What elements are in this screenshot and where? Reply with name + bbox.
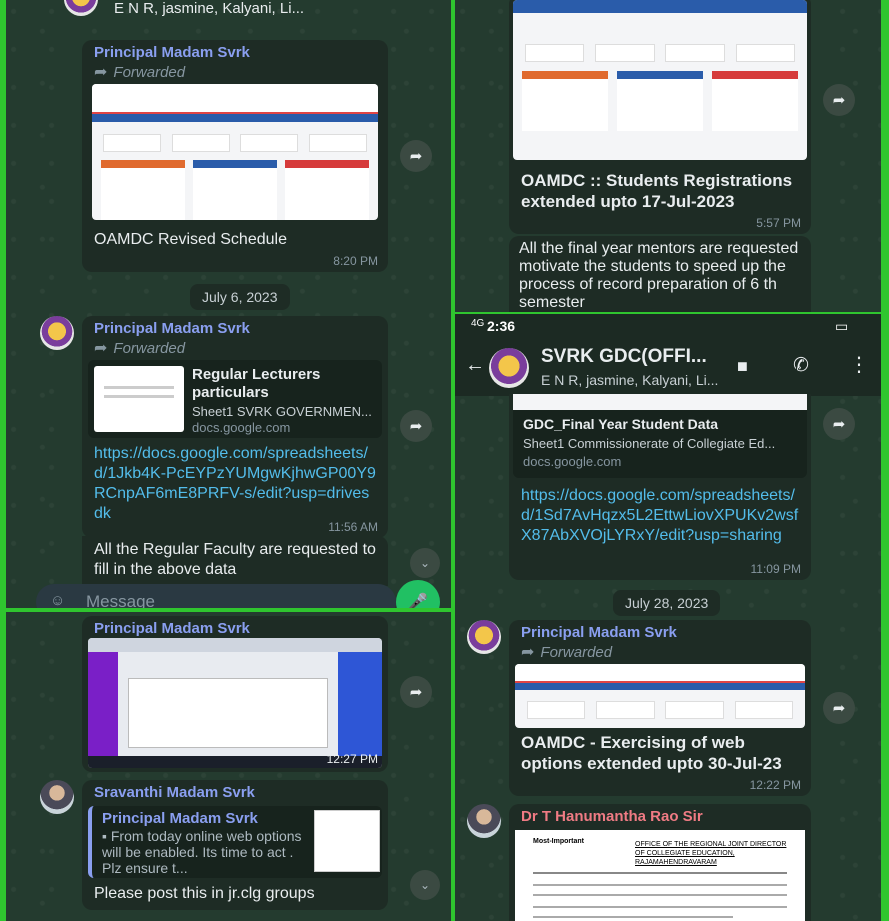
quoted-message[interactable]: Principal Madam Svrk ▪ From today online… [88, 806, 382, 878]
date-chip: July 6, 2023 [190, 284, 290, 310]
message-bubble[interactable]: Principal Madam Svrk 12:27 PM [82, 616, 388, 772]
forward-icon: ➦ [94, 340, 108, 357]
message-input[interactable]: Message [86, 592, 155, 608]
message-caption: OAMDC Revised Schedule [94, 231, 287, 248]
chat-panel-bottom-left: Principal Madam Svrk 12:27 PM ➦ Sravanth… [6, 612, 451, 921]
back-icon[interactable]: ← [465, 354, 485, 377]
message-text: Please post this in jr.clg groups [94, 885, 315, 902]
sender-name[interactable]: Principal Madam Svrk [521, 624, 677, 641]
date-chip: July 28, 2023 [613, 590, 721, 616]
message-input-bar[interactable]: ☺ Message [36, 584, 396, 608]
battery-icon: ▭ [835, 318, 849, 334]
document-image[interactable]: Most-Important OFFICE OF THE REGIONAL JO… [515, 830, 805, 921]
avatar[interactable] [467, 620, 501, 654]
link-preview[interactable]: GDC_Final Year Student Data Sheet1 Commi… [513, 394, 807, 478]
doc-tag: Most-Important [533, 838, 584, 845]
sender-name[interactable]: Principal Madam Svrk [94, 620, 250, 637]
quote-text: ▪ From today online web options will be … [102, 828, 302, 876]
message-time: 11:56 AM [328, 520, 378, 534]
message-time: 11:09 PM [750, 562, 801, 576]
message-time: 12:22 PM [749, 778, 801, 792]
chat-panel-right: 4G 2:36 ▭ ← SVRK GDC(OFFI... E N R, jasm… [455, 314, 881, 921]
share-icon[interactable]: ➦ [400, 140, 432, 172]
message-time: 12:27 PM [326, 752, 378, 766]
preview-title: Regular Lecturers particulars [192, 366, 321, 401]
message-time: 5:57 PM [756, 216, 801, 230]
chat-panel-top-right: OAMDC :: Students Registrations extended… [455, 0, 881, 312]
preview-domain: docs.google.com [192, 420, 291, 435]
forwarded-label: ➦ Forwarded [521, 643, 613, 662]
message-link[interactable]: https://docs.google.com/spreadsheets/d/1… [94, 444, 378, 524]
avatar[interactable] [467, 804, 501, 838]
message-bubble[interactable]: All the final year mentors are requested… [509, 236, 811, 312]
message-bubble[interactable]: Sravanthi Madam Svrk Principal Madam Svr… [82, 780, 388, 910]
sender-name[interactable]: Sravanthi Madam Svrk [94, 784, 255, 801]
chevron-down-icon[interactable]: ⌄ [410, 548, 440, 578]
chat-header: ← SVRK GDC(OFFI... E N R, jasmine, Kalya… [455, 340, 881, 396]
message-bubble[interactable]: Principal Madam Svrk ➦ Forwarded Regular … [82, 316, 388, 538]
message-bubble[interactable]: All the Regular Faculty are requested to… [82, 536, 388, 586]
sender-name[interactable]: Principal Madam Svrk [94, 320, 250, 337]
preview-thumbnail [94, 366, 184, 432]
share-icon[interactable]: ➦ [823, 408, 855, 440]
message-bubble[interactable]: Dr T Hanumantha Rao Sir Most-Important O… [509, 804, 811, 921]
quote-thumbnail [314, 810, 380, 872]
message-link[interactable]: https://docs.google.com/spreadsheets/d/1… [521, 486, 805, 546]
preview-subtitle: Sheet1 SVRK GOVERNMEN... [192, 404, 372, 419]
group-members: E N R, jasmine, Kalyani, Li... [114, 0, 305, 17]
image-thumbnail[interactable] [92, 84, 378, 220]
avatar[interactable] [40, 316, 74, 350]
signal-label: 4G [471, 318, 485, 329]
chat-members: E N R, jasmine, Kalyani, Li... [541, 372, 719, 388]
video-call-icon[interactable]: ■ [737, 356, 748, 377]
forwarded-label: ➦ Forwarded [94, 63, 186, 82]
doc-heading: OFFICE OF THE REGIONAL JOINT DIRECTOR OF… [635, 841, 787, 866]
phone-icon[interactable]: ✆ [793, 354, 809, 377]
emoji-icon[interactable]: ☺ [50, 592, 65, 608]
chevron-down-icon[interactable]: ⌄ [410, 870, 440, 900]
sender-name[interactable]: Dr T Hanumantha Rao Sir [521, 808, 703, 825]
chat-title[interactable]: SVRK GDC(OFFI... [541, 346, 707, 368]
quote-sender: Principal Madam Svrk [102, 810, 258, 827]
status-bar: 4G 2:36 ▭ [455, 314, 881, 340]
avatar[interactable] [40, 780, 74, 814]
message-bubble[interactable]: Principal Madam Svrk ➦ Forwarded OAMDC - … [509, 620, 811, 796]
image-thumbnail[interactable] [88, 638, 382, 768]
message-caption: OAMDC - Exercising of web options extend… [521, 733, 782, 773]
message-bubble[interactable]: Principal Madam Svrk ➦ Forwarded OAMDC Re… [82, 40, 388, 272]
share-icon[interactable]: ➦ [400, 410, 432, 442]
image-icon: ▪ [102, 828, 111, 844]
message-bubble[interactable]: GDC_Final Year Student Data Sheet1 Commi… [509, 394, 811, 580]
preview-thumbnail [513, 394, 807, 410]
image-thumbnail[interactable] [515, 664, 805, 728]
message-time: 8:20 PM [333, 254, 378, 268]
group-avatar[interactable] [489, 348, 529, 388]
forward-icon: ➦ [521, 644, 535, 661]
forwarded-label: ➦ Forwarded [94, 339, 186, 358]
preview-domain: docs.google.com [523, 454, 622, 469]
share-icon[interactable]: ➦ [823, 84, 855, 116]
forward-icon: ➦ [94, 64, 108, 81]
preview-subtitle: Sheet1 Commissionerate of Collegiate Ed.… [523, 436, 776, 451]
share-icon[interactable]: ➦ [823, 692, 855, 724]
message-caption: OAMDC :: Students Registrations extended… [521, 171, 793, 211]
sender-name[interactable]: Principal Madam Svrk [94, 44, 250, 61]
message-text: All the Regular Faculty are requested to… [94, 541, 376, 578]
preview-title: GDC_Final Year Student Data [523, 416, 719, 432]
status-time: 2:36 [487, 318, 516, 334]
image-thumbnail[interactable] [513, 0, 807, 160]
link-preview[interactable]: Regular Lecturers particulars Sheet1 SVR… [88, 360, 382, 438]
message-text: All the final year mentors are requested… [519, 240, 799, 311]
menu-icon[interactable]: ⋮ [849, 352, 869, 377]
mic-icon[interactable]: 🎤 [396, 580, 440, 608]
avatar[interactable] [64, 0, 98, 16]
chat-panel-top-left: E N R, jasmine, Kalyani, Li... Principal… [6, 0, 451, 608]
share-icon[interactable]: ➦ [400, 676, 432, 708]
message-bubble[interactable]: OAMDC :: Students Registrations extended… [509, 0, 811, 234]
